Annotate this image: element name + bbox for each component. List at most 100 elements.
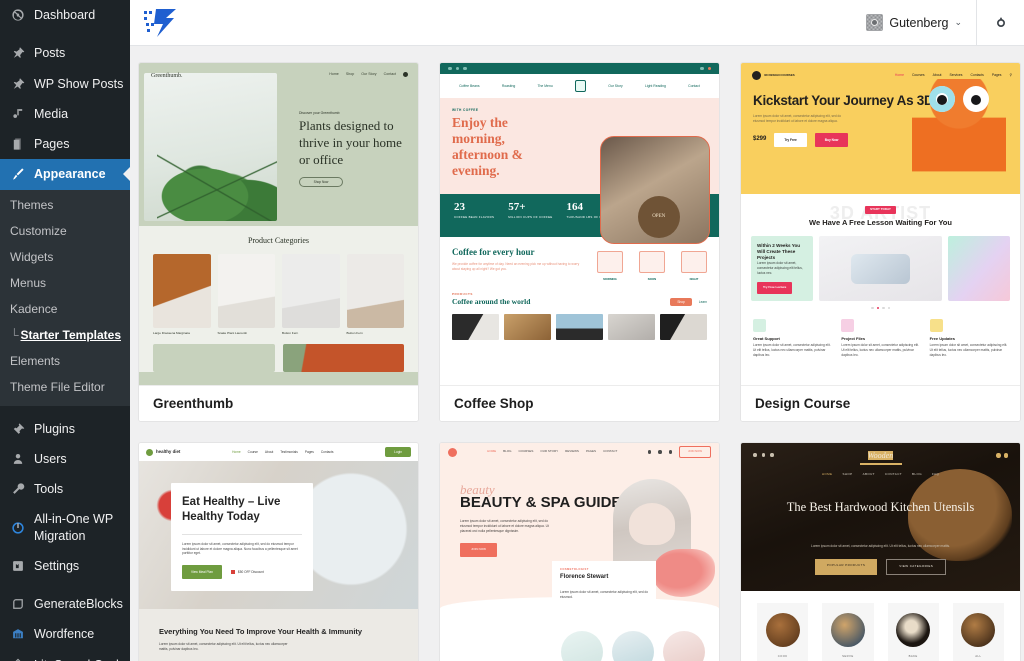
- sidebar-item-all-in-one-wp-migration[interactable]: All-in-One WP Migration: [0, 504, 130, 551]
- submenu-item-elements[interactable]: Elements: [0, 348, 130, 374]
- nav-link: Contact: [383, 72, 396, 77]
- logo-text: 3D DESIGN COURSES: [764, 72, 795, 77]
- sidebar-item-media[interactable]: Media: [0, 99, 130, 129]
- sidebar-item-plugins[interactable]: Plugins: [0, 414, 130, 444]
- template-card-design-course[interactable]: 3D DESIGN COURSES Home Courses About Ser…: [740, 62, 1021, 422]
- time-label: MORNING: [603, 277, 617, 281]
- sidebar-item-generateblocks[interactable]: GenerateBlocks: [0, 589, 130, 619]
- mascot-image: [912, 79, 1006, 191]
- hero-kicker: Discover your Greenthumb: [299, 111, 340, 115]
- sidebar-item-litespeed-cache[interactable]: LiteSpeed Cache: [0, 650, 130, 661]
- site-logo: 3D DESIGN COURSES: [752, 71, 795, 80]
- wordfence-icon: [9, 626, 27, 642]
- project-image: [819, 235, 942, 301]
- sidebar-item-label: All-in-One WP Migration: [34, 512, 113, 543]
- template-title: Greenthumb: [139, 385, 418, 421]
- service-circles: [489, 631, 705, 661]
- nav-link: Home: [232, 450, 241, 454]
- quote-name: Florence Stewart: [560, 574, 609, 581]
- stat-value: 23: [454, 201, 465, 213]
- sidebar-item-pages[interactable]: Pages: [0, 129, 130, 159]
- template-card-healthy-diet[interactable]: healthy diet Home Course About Testimoni…: [138, 442, 419, 661]
- sidebar-item-label: Wordfence: [34, 627, 95, 642]
- cart-icon: [403, 72, 408, 77]
- twitter-icon: [658, 450, 662, 454]
- sidebar-item-wordfence[interactable]: Wordfence: [0, 619, 130, 649]
- badge: START TODAY: [865, 206, 896, 214]
- sidebar-item-label: Plugins: [34, 421, 75, 436]
- feature-text: Lorem ipsum dolor sit amet, consectetur …: [929, 343, 1008, 357]
- category-image: [830, 613, 865, 647]
- template-card-beauty-spa[interactable]: HOME BLOG COURSES OUR STORY REVIEWS PAGE…: [439, 442, 720, 661]
- hero-headline: Enjoy the morning, afternoon & evening.: [452, 115, 523, 178]
- hero: beauty BEAUTY & SPA GUIDES Lorem ipsum d…: [440, 461, 719, 607]
- sidebar-item-settings[interactable]: Settings: [0, 551, 130, 581]
- sidebar-item-appearance[interactable]: Appearance: [0, 159, 130, 190]
- feature-title: Free Updates: [929, 336, 955, 342]
- category-item: BAKE: [887, 603, 939, 661]
- sidebar-item-tools[interactable]: Tools: [0, 474, 130, 504]
- sidebar-item-posts[interactable]: Posts: [0, 38, 130, 68]
- nav-link: HOME: [487, 449, 497, 454]
- user-label: Gutenberg: [889, 15, 949, 30]
- brush-icon: [9, 166, 27, 182]
- kadence-logo[interactable]: [130, 8, 178, 38]
- submenu-item-menus[interactable]: Menus: [0, 270, 130, 296]
- template-preview: Greenthumb. Home Shop Our Story Contact …: [139, 63, 418, 385]
- category-label: BAKE: [908, 654, 918, 658]
- sidebar-item-dashboard[interactable]: Dashboard: [0, 0, 130, 30]
- hero: WITH COFFEE Enjoy the morning, afternoon…: [440, 98, 719, 244]
- sidebar-item-label: WP Show Posts: [34, 76, 124, 91]
- nav-link: About: [932, 73, 942, 77]
- category-label: Button Fern: [346, 331, 363, 335]
- sidebar-item-wp-show-posts[interactable]: WP Show Posts: [0, 69, 130, 99]
- category-item: ALL: [952, 603, 1004, 661]
- nav-link: Light Reading: [644, 83, 666, 88]
- carousel-dots[interactable]: [741, 301, 1020, 310]
- nav-link: PAGES: [585, 449, 597, 454]
- sidebar-item-label: Dashboard: [34, 8, 96, 22]
- template-card-wooden[interactable]: Wooden HOME SHOP ABOUT CONTACT BLOG FAQ …: [740, 442, 1021, 661]
- template-card-coffee-shop[interactable]: Coffee Beans Roasting The Menu Our Story…: [439, 62, 720, 422]
- feature-text: Lorem ipsum dolor sit amet, consectetur …: [841, 343, 919, 357]
- hero-copy: Discover your Greenthumb Plants designed…: [299, 111, 409, 188]
- products-title: Coffee around the world: [452, 297, 531, 307]
- submenu-item-starter-templates[interactable]: └ Starter Templates: [0, 322, 130, 348]
- hero-button: JOIN NOW: [460, 542, 497, 557]
- submenu-item-kadence[interactable]: Kadence: [0, 296, 130, 322]
- nav-link: FAQ: [931, 472, 940, 476]
- nav-link: Our Story: [361, 72, 377, 77]
- submenu-item-theme-file-editor[interactable]: Theme File Editor: [0, 374, 130, 400]
- submenu-item-customize[interactable]: Customize: [0, 218, 130, 244]
- refresh-button[interactable]: [976, 0, 1024, 46]
- dashboard-icon: [9, 7, 27, 23]
- submenu-item-widgets[interactable]: Widgets: [0, 244, 130, 270]
- site-nav: HOME SHOP ABOUT CONTACT BLOG FAQ: [741, 472, 1020, 477]
- login-button: Login: [385, 447, 411, 457]
- hero-text: Lorem ipsum dolor sit amet, consectetur …: [811, 544, 950, 548]
- category-image: [961, 613, 996, 647]
- nav-link: ABOUT: [862, 472, 875, 476]
- hero-image: [144, 73, 277, 221]
- feature-item: Project Files Lorem ipsum dolor sit amet…: [841, 319, 919, 357]
- sidebar-item-label: Media: [34, 106, 69, 121]
- pin-icon: [9, 76, 27, 92]
- footer-strip: [139, 335, 418, 372]
- template-preview: 3D DESIGN COURSES Home Courses About Ser…: [741, 63, 1020, 385]
- category-thumb: [217, 254, 275, 328]
- feature-title: Great Support: [753, 336, 780, 342]
- sidebar-item-label: Users: [34, 451, 67, 466]
- admin-sidebar: Dashboard Posts WP Show Posts Media Page…: [0, 0, 130, 661]
- nav-link: CONTACT: [884, 472, 902, 476]
- nav-link: Testimonials: [280, 450, 298, 454]
- facebook-icon: [647, 450, 652, 454]
- generateblocks-icon: [9, 596, 27, 612]
- submenu-item-themes[interactable]: Themes: [0, 192, 130, 218]
- template-preview: Wooden HOME SHOP ABOUT CONTACT BLOG FAQ …: [741, 443, 1020, 661]
- template-card-greenthumb[interactable]: Greenthumb. Home Shop Our Story Contact …: [138, 62, 419, 422]
- section-text: Lorem ipsum dolor sit amet, consectetur …: [159, 642, 288, 651]
- sidebar-item-users[interactable]: Users: [0, 444, 130, 474]
- user-menu[interactable]: Gutenberg ⌄: [852, 0, 976, 46]
- topbar-strip: [440, 63, 719, 74]
- site-nav: Coffee Beans Roasting The Menu Our Story…: [440, 74, 719, 98]
